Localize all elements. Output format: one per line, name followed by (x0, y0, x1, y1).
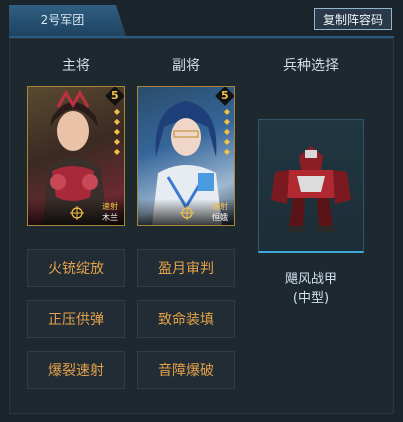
copy-lineup-code-button[interactable]: 复制阵容码 (314, 8, 392, 30)
troop-type-tag: 速射 (102, 202, 118, 211)
troop-unit-name: 飓风战甲 (中型) (258, 270, 364, 308)
vice-general-title: 副将 (172, 58, 200, 74)
skill-button[interactable]: 爆裂速射 (27, 351, 125, 389)
skill-button[interactable]: 正压供弹 (27, 300, 125, 338)
troop-unit-name-line1: 飓风战甲 (284, 272, 337, 287)
legion-tab-label: 2号军团 (40, 13, 85, 27)
vice-general-card[interactable]: 5 ◆ ◆ ◆ ◆ ◆ 速射 恒娥 (137, 86, 235, 226)
troop-unit-slot[interactable] (258, 119, 364, 253)
skill-button[interactable]: 音障爆破 (137, 351, 235, 389)
rank-dots: ◆ ◆ ◆ ◆ ◆ (223, 107, 231, 156)
skill-button[interactable]: 火铳绽放 (27, 249, 125, 287)
skill-button[interactable]: 盈月审判 (137, 249, 235, 287)
main-general-card[interactable]: 5 ◆ ◆ ◆ ◆ ◆ 速射 木兰 (27, 86, 125, 226)
main-general-title: 主将 (62, 58, 90, 74)
rank-dots: ◆ ◆ ◆ ◆ ◆ (113, 107, 121, 156)
crosshair-emblem-icon (180, 206, 194, 220)
skill-button[interactable]: 致命装填 (137, 300, 235, 338)
general-name: 木兰 (102, 213, 118, 222)
troop-select-title: 兵种选择 (283, 58, 339, 74)
troop-type-tag: 速射 (212, 202, 228, 211)
general-name: 恒娥 (212, 213, 228, 222)
mech-unit-icon (271, 146, 351, 232)
troop-unit-size: (中型) (292, 291, 330, 306)
crosshair-emblem-icon (70, 206, 84, 220)
legion-tab[interactable]: 2号军团 (9, 5, 126, 36)
